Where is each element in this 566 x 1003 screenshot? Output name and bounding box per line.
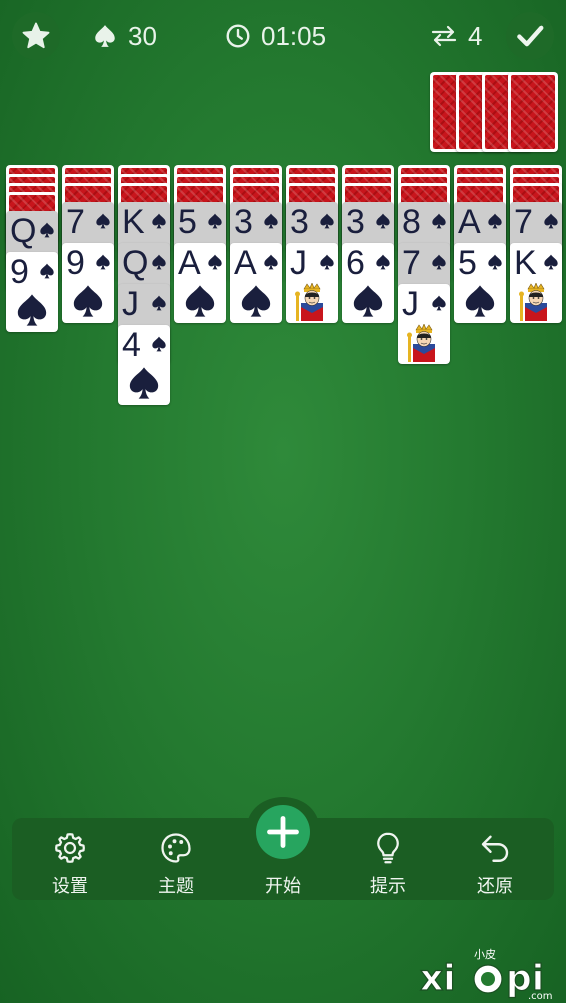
svg-text:xi: xi <box>420 958 456 999</box>
spade-icon <box>95 25 115 47</box>
spade-icon <box>264 254 278 270</box>
card-rank: A <box>234 244 257 282</box>
spade-icon <box>544 254 558 270</box>
playing-card[interactable]: 9 <box>6 252 58 332</box>
spade-icon <box>129 367 159 399</box>
spade-icon <box>73 285 103 317</box>
spade-icon <box>376 213 390 229</box>
card-rank: J <box>402 285 419 323</box>
theme-label: 主题 <box>158 876 194 897</box>
start-button[interactable]: 开始 <box>238 826 328 897</box>
card-rank: A <box>458 203 481 241</box>
face-card-portrait <box>519 283 547 321</box>
spade-icon <box>185 285 215 317</box>
spade-icon <box>432 213 446 229</box>
score-value: 30 <box>128 20 157 51</box>
favorite-button[interactable] <box>12 12 60 60</box>
undo-label: 还原 <box>477 876 513 897</box>
card-rank: 3 <box>290 203 309 241</box>
clock-icon <box>226 24 250 48</box>
spade-icon <box>264 213 278 229</box>
stock-card[interactable] <box>508 72 558 152</box>
card-rank: K <box>514 244 537 282</box>
playing-card[interactable]: K <box>510 243 562 323</box>
hint-button[interactable]: 提示 <box>343 826 433 897</box>
card-rank: 4 <box>122 326 141 364</box>
spade-icon <box>353 285 383 317</box>
spade-icon <box>96 213 110 229</box>
spade-icon <box>152 213 166 229</box>
spade-icon <box>96 254 110 270</box>
playing-card[interactable]: A <box>230 243 282 323</box>
card-rank: 7 <box>514 203 533 241</box>
timer-value: 01:05 <box>261 20 327 51</box>
moves-value: 4 <box>468 20 483 51</box>
spade-icon <box>465 285 495 317</box>
card-rank: Q <box>10 212 36 250</box>
spade-icon <box>241 285 271 317</box>
spade-icon <box>320 254 334 270</box>
card-rank: K <box>122 203 145 241</box>
star-icon <box>22 22 50 49</box>
checkmark-icon <box>517 25 544 47</box>
gear-icon <box>55 833 85 863</box>
card-rank: 6 <box>346 244 365 282</box>
svg-text:.com: .com <box>528 991 553 1001</box>
card-back <box>511 75 555 149</box>
undo-button[interactable]: 还原 <box>450 826 540 897</box>
spade-icon <box>152 254 166 270</box>
svg-text:小皮: 小皮 <box>474 948 496 961</box>
xiaopi-watermark-logo: 小皮 xi pi .com <box>419 948 553 1001</box>
card-rank: 8 <box>402 203 421 241</box>
settings-label: 设置 <box>52 876 88 897</box>
card-rank: 3 <box>346 203 365 241</box>
playing-card[interactable]: 9 <box>62 243 114 323</box>
swap-arrows-icon <box>431 25 457 47</box>
card-rank: 7 <box>66 203 85 241</box>
start-label: 开始 <box>265 876 301 897</box>
card-rank: 3 <box>234 203 253 241</box>
spade-icon <box>544 213 558 229</box>
spade-icon <box>17 294 47 326</box>
playing-card[interactable]: 6 <box>342 243 394 323</box>
spade-icon <box>320 213 334 229</box>
spade-icon <box>432 254 446 270</box>
spade-icon <box>40 222 54 238</box>
spade-icon <box>208 213 222 229</box>
spade-icon <box>432 295 446 311</box>
playing-card[interactable]: A <box>174 243 226 323</box>
spade-icon <box>488 213 502 229</box>
settings-button[interactable]: 设置 <box>25 826 115 897</box>
card-rank: A <box>178 244 201 282</box>
card-rank: J <box>290 244 307 282</box>
card-rank: 9 <box>66 244 85 282</box>
lightbulb-icon <box>377 832 399 864</box>
card-rank: 7 <box>402 244 421 282</box>
timer-display: 01:05 <box>225 20 326 52</box>
face-card-portrait <box>295 283 323 321</box>
card-rank: 5 <box>178 203 197 241</box>
card-rank: J <box>122 285 139 323</box>
face-card-portrait <box>407 324 435 362</box>
playing-card[interactable]: 4 <box>118 325 170 405</box>
spade-icon <box>40 263 54 279</box>
spade-icon <box>208 254 222 270</box>
hint-label: 提示 <box>370 876 406 897</box>
complete-button[interactable] <box>506 12 554 60</box>
card-rank: 5 <box>458 244 477 282</box>
card-rank: Q <box>122 244 148 282</box>
moves-display: 4 <box>430 20 482 52</box>
theme-button[interactable]: 主题 <box>131 826 221 897</box>
score-display: 30 <box>92 20 157 52</box>
playing-card[interactable]: J <box>286 243 338 323</box>
playing-card[interactable]: 5 <box>454 243 506 323</box>
palette-icon <box>161 833 191 863</box>
undo-icon <box>481 835 509 862</box>
playing-card[interactable]: J <box>398 284 450 364</box>
card-rank: 9 <box>10 253 29 291</box>
spade-icon <box>152 336 166 352</box>
spade-icon <box>376 254 390 270</box>
spade-icon <box>488 254 502 270</box>
spade-icon <box>152 295 166 311</box>
